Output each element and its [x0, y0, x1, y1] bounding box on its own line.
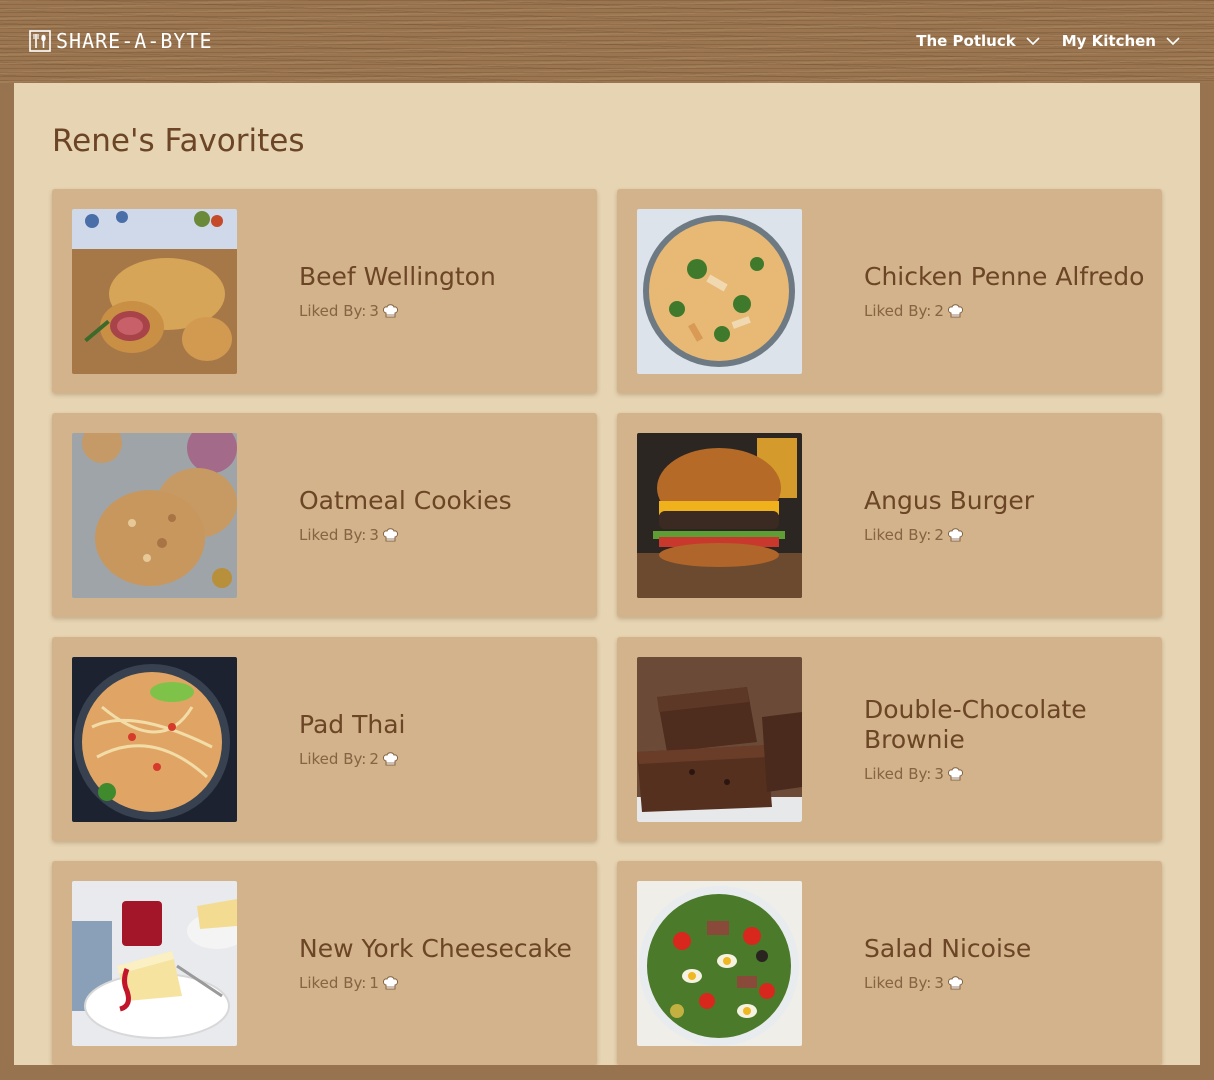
recipe-photo — [637, 209, 802, 374]
liked-by-label: Liked By: — [299, 974, 367, 992]
recipe-photo — [72, 881, 237, 1046]
liked-by: Liked By: 2 — [299, 750, 581, 768]
liked-by-label: Liked By: — [299, 750, 367, 768]
recipe-info: Angus Burger Liked By: 2 — [864, 413, 1146, 617]
liked-by: Liked By: 3 — [864, 765, 1146, 783]
recipe-info: New York Cheesecake Liked By: 1 — [299, 861, 581, 1065]
nav-my-kitchen[interactable]: My Kitchen — [1062, 29, 1180, 53]
liked-by: Liked By: 2 — [864, 302, 1146, 320]
liked-by: Liked By: 3 — [299, 526, 581, 544]
nav-label: The Potluck — [916, 32, 1016, 50]
brand-logo[interactable]: SHARE-A-BYTE — [29, 29, 213, 53]
fork-spoon-icon — [29, 30, 51, 52]
recipe-name: Pad Thai — [299, 710, 406, 739]
liked-by-count: 3 — [934, 974, 944, 992]
recipe-card[interactable]: Chicken Penne Alfredo Liked By: 2 — [617, 189, 1162, 393]
recipe-photo — [72, 657, 237, 822]
liked-by-label: Liked By: — [864, 974, 932, 992]
chef-hat-icon — [382, 975, 398, 989]
liked-by-count: 2 — [369, 750, 379, 768]
recipe-info: Pad Thai Liked By: 2 — [299, 637, 581, 841]
recipe-info: Salad Nicoise Liked By: 3 — [864, 861, 1146, 1065]
recipe-photo — [72, 209, 237, 374]
recipe-photo — [637, 881, 802, 1046]
liked-by-label: Liked By: — [299, 526, 367, 544]
recipe-grid: Beef Wellington Liked By: 3 Chicken Penn… — [52, 189, 1162, 1065]
recipe-card[interactable]: Beef Wellington Liked By: 3 — [52, 189, 597, 393]
liked-by: Liked By: 3 — [864, 974, 1146, 992]
main-content: Rene's Favorites Beef Wellington Liked B… — [14, 83, 1200, 1065]
chef-hat-icon — [947, 303, 963, 317]
liked-by: Liked By: 2 — [864, 526, 1146, 544]
recipe-card[interactable]: Salad Nicoise Liked By: 3 — [617, 861, 1162, 1065]
chef-hat-icon — [382, 527, 398, 541]
recipe-info: Oatmeal Cookies Liked By: 3 — [299, 413, 581, 617]
recipe-photo — [637, 657, 802, 822]
recipe-info: Double-Chocolate Brownie Liked By: 3 — [864, 637, 1146, 841]
recipe-card[interactable]: New York Cheesecake Liked By: 1 — [52, 861, 597, 1065]
chevron-down-icon — [1026, 36, 1040, 45]
recipe-photo — [637, 433, 802, 598]
chef-hat-icon — [947, 975, 963, 989]
brand-name: SHARE-A-BYTE — [56, 29, 213, 53]
chef-hat-icon — [947, 766, 963, 780]
recipe-card[interactable]: Pad Thai Liked By: 2 — [52, 637, 597, 841]
liked-by: Liked By: 1 — [299, 974, 581, 992]
chef-hat-icon — [382, 303, 398, 317]
main-nav: The Potluck My Kitchen — [916, 29, 1180, 53]
recipe-photo — [72, 433, 237, 598]
liked-by-count: 3 — [934, 765, 944, 783]
recipe-name: Oatmeal Cookies — [299, 486, 512, 515]
recipe-name: New York Cheesecake — [299, 934, 572, 963]
top-navbar: SHARE-A-BYTE The Potluck My Kitchen — [0, 0, 1214, 83]
chef-hat-icon — [947, 527, 963, 541]
recipe-name: Chicken Penne Alfredo — [864, 262, 1145, 291]
chevron-down-icon — [1166, 36, 1180, 45]
page-title: Rene's Favorites — [52, 123, 305, 159]
recipe-info: Chicken Penne Alfredo Liked By: 2 — [864, 189, 1146, 393]
recipe-info: Beef Wellington Liked By: 3 — [299, 189, 581, 393]
liked-by-count: 3 — [369, 302, 379, 320]
recipe-card[interactable]: Double-Chocolate Brownie Liked By: 3 — [617, 637, 1162, 841]
liked-by-count: 3 — [369, 526, 379, 544]
liked-by: Liked By: 3 — [299, 302, 581, 320]
recipe-name: Salad Nicoise — [864, 934, 1032, 963]
liked-by-label: Liked By: — [299, 302, 367, 320]
nav-the-potluck[interactable]: The Potluck — [916, 29, 1040, 53]
recipe-card[interactable]: Angus Burger Liked By: 2 — [617, 413, 1162, 617]
recipe-name: Double-Chocolate Brownie — [864, 695, 1087, 754]
liked-by-count: 2 — [934, 526, 944, 544]
recipe-card[interactable]: Oatmeal Cookies Liked By: 3 — [52, 413, 597, 617]
liked-by-count: 2 — [934, 302, 944, 320]
nav-label: My Kitchen — [1061, 32, 1156, 50]
liked-by-label: Liked By: — [864, 765, 932, 783]
chef-hat-icon — [382, 751, 398, 765]
liked-by-label: Liked By: — [864, 302, 932, 320]
recipe-name: Beef Wellington — [299, 262, 496, 291]
recipe-name: Angus Burger — [864, 486, 1034, 515]
liked-by-label: Liked By: — [864, 526, 932, 544]
liked-by-count: 1 — [369, 974, 379, 992]
